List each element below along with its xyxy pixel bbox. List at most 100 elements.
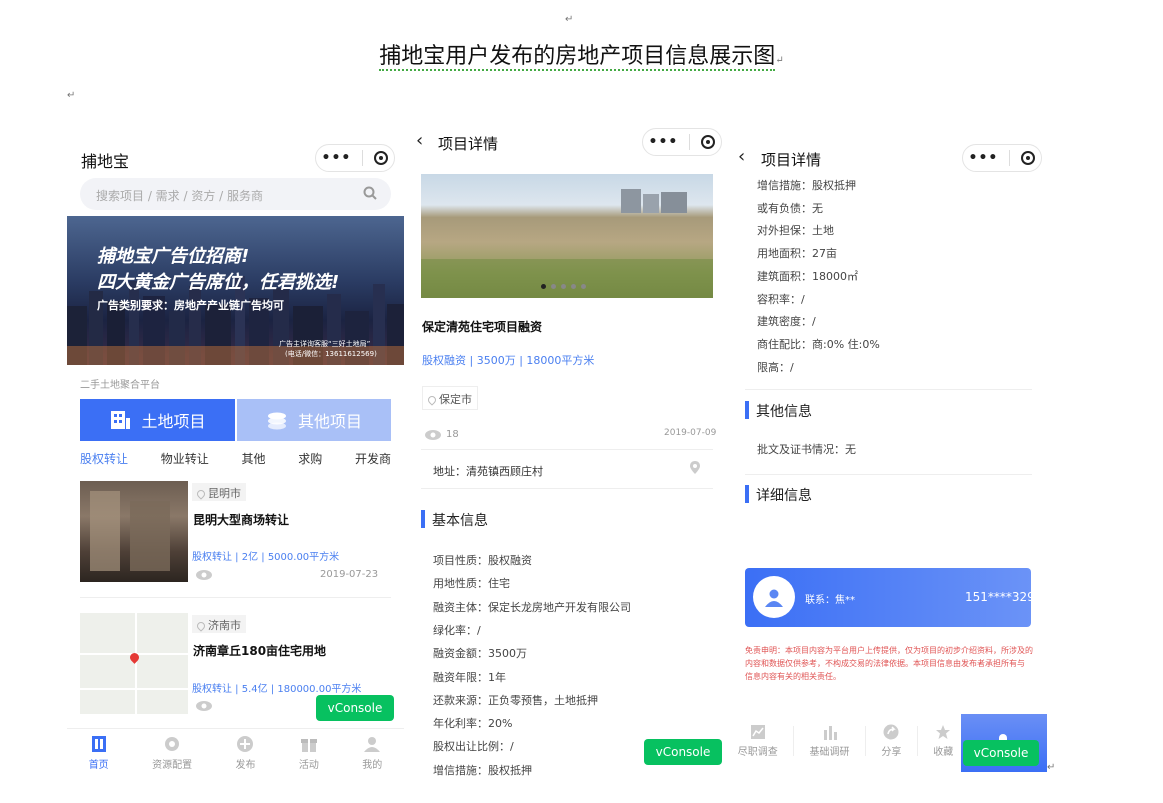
banner-note: 广告类别要求：房地产产业链广告均可 — [97, 299, 284, 312]
info-field: 对外担保：土地 — [757, 224, 834, 238]
tab-other-label: 其他项目 — [297, 412, 362, 431]
back-icon[interactable]: ‹ — [416, 130, 423, 151]
info-field: 增信措施：股权抵押 — [433, 763, 532, 777]
building-icon — [111, 411, 131, 429]
nav-resources[interactable]: 资源配置 — [152, 735, 192, 771]
info-field: 用地面积：27亩 — [757, 247, 837, 261]
action-basic-research[interactable]: 基础调研 — [810, 724, 850, 758]
share-icon — [883, 724, 899, 740]
document-title: 捕地宝用户发布的房地产项目信息展示图↵ — [379, 44, 784, 71]
contact-phone[interactable]: 151****3292 — [965, 590, 1042, 604]
star-icon — [936, 725, 951, 739]
info-field: 商住配比：商:0% 住:0% — [757, 337, 880, 351]
location-icon — [426, 394, 438, 406]
info-field: 建筑面积：18000㎡ — [757, 269, 858, 283]
item-date: 2019-07-23 — [320, 569, 379, 580]
action-favorite[interactable]: 收藏 — [933, 724, 953, 758]
section-marker — [421, 510, 425, 528]
contact-name: 联系：焦** — [805, 595, 855, 606]
section-marker — [745, 401, 749, 419]
nav-publish[interactable]: 发布 — [235, 735, 255, 771]
banner-headline: 捕地宝广告位招商! — [97, 246, 250, 267]
gift-icon — [300, 738, 317, 752]
view-count: 18 — [446, 429, 459, 440]
paragraph-mark: ↵ — [1047, 762, 1056, 773]
list-item[interactable]: 昆明市 昆明大型商场转让 股权转让 | 2亿 | 5000.00平方米 2019… — [80, 481, 391, 596]
divider — [745, 474, 1032, 475]
home-icon — [91, 735, 106, 752]
back-icon[interactable]: ‹ — [738, 146, 745, 167]
project-meta: 股权融资 | 3500万 | 18000平方米 — [422, 354, 595, 367]
gear-icon — [165, 736, 180, 751]
disclaimer: 免责申明：本项目内容为平台用户上传提供，仅为项目的初步介绍资料，所涉及的 内容和… — [745, 646, 1033, 681]
approval-status: 批文及证书情况：无 — [757, 443, 856, 456]
city-tag: 济南市 — [192, 615, 246, 633]
category-equity[interactable]: 股权转让 — [80, 450, 128, 467]
eye-icon — [196, 701, 212, 711]
divider — [80, 597, 391, 598]
search-icon[interactable] — [363, 186, 377, 200]
miniapp-capsule[interactable]: ••• — [642, 128, 722, 156]
app-title: 捕地宝 — [81, 152, 130, 171]
land-photo[interactable] — [421, 174, 713, 298]
project-detail-screen-continued: ‹ 项目详情 ••• 增信措施：股权抵押 或有负债：无 对外担保：土地 用地面积：27… — [730, 136, 1050, 776]
category-tabs: 股权转让 物业转让 其他 求购 开发商 — [80, 450, 391, 467]
action-bar: 尽职调查 基础调研 分享 收藏 — [730, 716, 961, 766]
category-property[interactable]: 物业转让 — [161, 450, 209, 467]
home-screen: 捕地宝 ••• 搜索项目 / 需求 / 资方 / 服务商 捕地宝广告位招商! 四… — [67, 136, 404, 776]
city-tag: 保定市 — [422, 386, 478, 410]
nav-activity[interactable]: 活动 — [299, 735, 319, 771]
plus-circle-icon — [237, 735, 254, 752]
location-pin-icon[interactable] — [690, 461, 700, 474]
divider — [745, 389, 1032, 390]
eye-icon — [425, 430, 441, 440]
info-field: 融资年限：1年 — [433, 670, 506, 684]
city-tag: 昆明市 — [192, 483, 246, 501]
info-field: 融资主体：保定长龙房地产开发有限公司 — [433, 600, 631, 614]
info-field: 项目性质：股权融资 — [433, 554, 532, 567]
contact-card[interactable]: 联系：焦** 151****3292 — [745, 568, 1042, 627]
banner-phone: (电话/微信：13611612569) — [285, 350, 377, 358]
more-icon[interactable]: ••• — [649, 134, 679, 150]
info-field: 增信措施：股权抵押 — [757, 179, 856, 192]
category-developer[interactable]: 开发商 — [355, 450, 391, 467]
bar-chart-icon — [823, 726, 837, 740]
vconsole-button[interactable]: vConsole — [963, 740, 1039, 766]
miniapp-capsule[interactable]: ••• — [962, 144, 1042, 172]
close-target-icon[interactable] — [701, 135, 716, 149]
info-field: 股权出让比例：/ — [433, 740, 514, 754]
address: 地址：清苑镇西顾庄村 — [433, 465, 543, 478]
tab-other-projects[interactable]: 其他项目 — [237, 399, 391, 441]
project-detail-screen: ‹ 项目详情 ••• 保定清苑住宅项目融资 股权融资 | 3500万 | 180… — [408, 120, 724, 780]
more-icon[interactable]: ••• — [969, 150, 999, 166]
location-icon — [195, 620, 207, 632]
search-input[interactable]: 搜索项目 / 需求 / 资方 / 服务商 — [80, 178, 391, 210]
info-field: 绿化率：/ — [433, 623, 481, 637]
ad-banner[interactable]: 捕地宝广告位招商! 四大黄金广告席位，任君挑选! 广告类别要求：房地产产业链广告… — [67, 216, 404, 365]
bottom-nav: 首页 资源配置 发布 活动 我的 — [67, 728, 404, 776]
info-field: 或有负债：无 — [757, 201, 823, 215]
nav-home[interactable]: 首页 — [89, 735, 109, 771]
user-icon — [364, 736, 381, 752]
action-share[interactable]: 分享 — [881, 724, 901, 758]
vconsole-button[interactable]: vConsole — [644, 739, 722, 765]
vconsole-button[interactable]: vConsole — [316, 695, 394, 721]
mall-photo — [80, 481, 188, 582]
page-title: 项目详情 — [761, 151, 822, 169]
tab-land-projects[interactable]: 土地项目 — [80, 399, 235, 441]
banner-contact: 广告主详询客服“三好土地局” — [279, 340, 371, 348]
miniapp-capsule[interactable]: ••• — [315, 144, 395, 172]
paragraph-mark: ↵ — [565, 14, 574, 25]
category-wanted[interactable]: 求购 — [298, 450, 322, 467]
action-due-diligence[interactable]: 尽职调查 — [738, 724, 778, 758]
close-target-icon[interactable] — [1021, 151, 1036, 165]
info-field: 建筑密度：/ — [757, 315, 816, 329]
project-title: 保定清苑住宅项目融资 — [422, 320, 543, 334]
info-field: 还款来源：正负零预售，土地抵押 — [433, 693, 598, 707]
nav-profile[interactable]: 我的 — [362, 735, 382, 771]
category-other[interactable]: 其他 — [241, 450, 265, 467]
close-target-icon[interactable] — [374, 151, 389, 165]
info-field: 容积率：/ — [757, 292, 805, 306]
more-icon[interactable]: ••• — [322, 150, 352, 166]
platform-label: 二手土地聚合平台 — [80, 380, 160, 391]
